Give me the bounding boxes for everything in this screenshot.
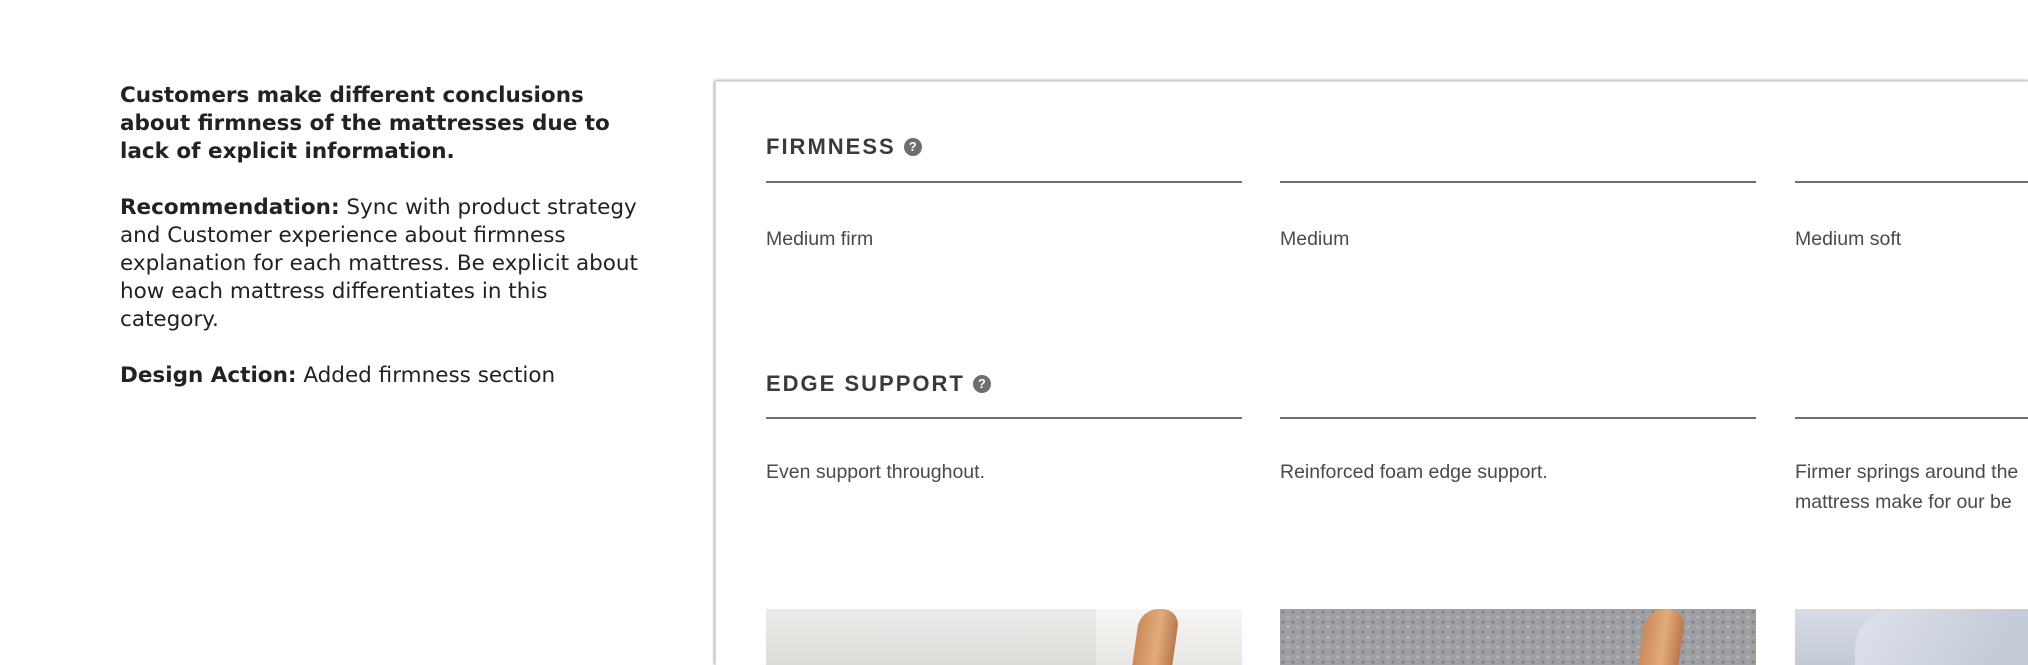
edge-support-value: Firmer springs around the mattress make …	[1795, 461, 2019, 513]
help-icon[interactable]: ?	[903, 138, 922, 156]
recommendation-paragraph: Recommendation: Sync with product strate…	[120, 194, 640, 334]
edge-support-value: Even support throughout.	[766, 461, 985, 483]
firmness-divider	[1795, 181, 2028, 183]
hand-shape	[1637, 609, 1687, 665]
mattress-photo	[1795, 609, 2028, 665]
firmness-value: Medium	[1280, 228, 1350, 250]
firmness-heading-label: FIRMNESS	[766, 134, 896, 159]
fabric-fold-shape	[1855, 609, 2028, 665]
firmness-value: Medium firm	[766, 228, 874, 250]
edge-support-divider	[766, 417, 1242, 419]
design-action-label: Design Action:	[120, 363, 297, 388]
edge-support-divider	[1280, 417, 1756, 419]
mattress-photo	[766, 609, 1242, 665]
edge-support-divider	[1795, 417, 2028, 419]
edge-support-heading: EDGE SUPPORT ?	[766, 371, 991, 397]
firmness-heading: FIRMNESS ?	[766, 134, 922, 160]
edge-support-value: Reinforced foam edge support.	[1280, 461, 1548, 483]
annotation-notes: Customers make different conclusions abo…	[120, 82, 640, 418]
firmness-divider	[1280, 181, 1756, 183]
mattress-photo	[1280, 609, 1756, 665]
design-action-text: Added firmness section	[296, 363, 556, 388]
finding-text: Customers make different conclusions abo…	[120, 83, 610, 164]
mattress-comparison-panel: FIRMNESS ? Medium firm Medium Medium sof…	[715, 81, 2028, 665]
firmness-value: Medium soft	[1795, 228, 1902, 250]
help-icon[interactable]: ?	[972, 375, 991, 393]
recommendation-label: Recommendation:	[120, 195, 340, 220]
design-action-paragraph: Design Action: Added firmness section	[120, 362, 640, 390]
firmness-divider	[766, 181, 1242, 183]
edge-support-heading-label: EDGE SUPPORT	[766, 371, 965, 396]
